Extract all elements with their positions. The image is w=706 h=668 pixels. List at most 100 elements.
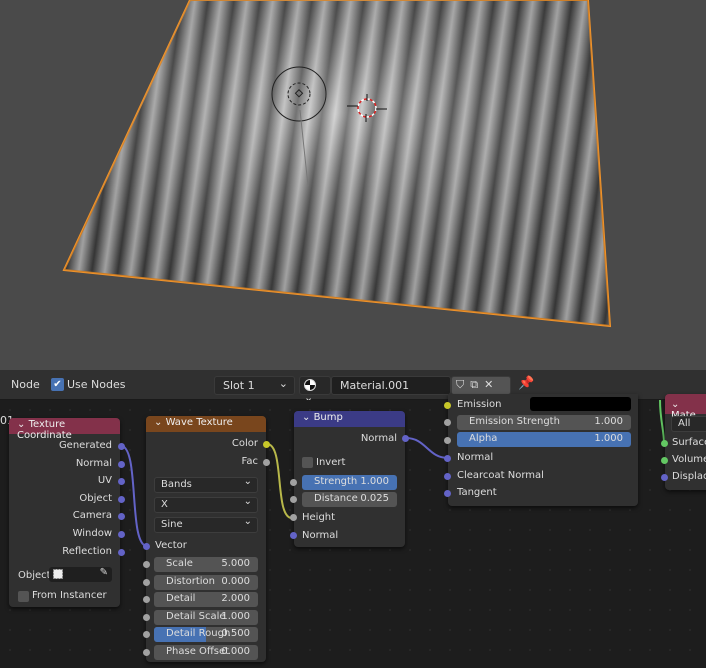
input-volume: Volume (672, 454, 706, 465)
emission-strength-field[interactable]: Emission Strength 1.000 (457, 415, 631, 430)
material-output-node[interactable]: ⌄ Mate All Surface Volume Displace (665, 394, 706, 490)
socket-distortion[interactable] (143, 578, 150, 586)
output-camera: Camera (72, 510, 112, 521)
input-emission: Emission (457, 399, 502, 410)
field-label: Distortion (166, 575, 215, 587)
slot-value: Slot 1 (223, 379, 255, 392)
node-title[interactable]: ⌄ Wave Texture (146, 416, 266, 432)
socket-detail-scale[interactable] (143, 613, 150, 621)
field-detail-rough[interactable]: Detail Rough 0.500 (154, 627, 258, 643)
socket-bump-normal-in[interactable] (290, 532, 297, 539)
field-label: Phase Offset (166, 646, 230, 657)
field-value: 2.000 (221, 593, 250, 605)
node-menu[interactable]: Node (11, 378, 40, 391)
texture-coordinate-node[interactable]: ⌄ Texture Coordinate Generated Normal UV… (9, 418, 120, 607)
slot-dropdown[interactable]: Slot 1 ⌄ (214, 376, 295, 395)
target-dropdown[interactable]: All (671, 416, 706, 432)
input-normal: Normal (302, 530, 339, 541)
output-window: Window (72, 528, 112, 539)
socket-volume[interactable] (661, 457, 668, 464)
socket-reflection[interactable] (118, 549, 125, 556)
output-fac: Fac (241, 456, 258, 467)
socket-alpha[interactable] (444, 437, 451, 444)
socket-phase-offset[interactable] (143, 649, 150, 656)
socket-displacement[interactable] (661, 474, 668, 481)
wave-texture-node[interactable]: ⌄ Wave Texture Color Fac Bands X Sine Ve… (146, 416, 266, 662)
socket-surface[interactable] (661, 440, 668, 447)
strength-field[interactable]: Strength 1.000 (302, 475, 397, 490)
invert-label: Invert (316, 457, 346, 468)
socket-normal[interactable] (118, 461, 125, 468)
alpha-field[interactable]: Alpha 1.000 (457, 432, 631, 447)
node-title[interactable]: ⌄ Texture Coordinate (9, 418, 120, 441)
direction-dropdown[interactable]: X (154, 496, 258, 513)
socket-clearcoat-normal[interactable] (444, 473, 451, 480)
field-label: Scale (166, 558, 193, 569)
wave-type-dropdown[interactable]: Bands (154, 476, 258, 493)
socket-emission-strength[interactable] (444, 419, 451, 426)
field-scale[interactable]: Scale 5.000 (154, 557, 258, 572)
socket-distance[interactable] (290, 496, 297, 503)
fake-user-shield-icon[interactable]: ⛉ (456, 378, 470, 391)
material-sphere-icon (304, 379, 316, 391)
distance-field[interactable]: Distance 0.025 (302, 492, 397, 507)
socket-generated[interactable] (118, 443, 125, 450)
output-color: Color (231, 438, 258, 449)
socket-normal[interactable] (444, 455, 451, 462)
field-phase-offset[interactable]: Phase Offset 0.000 (154, 645, 258, 660)
socket-camera[interactable] (118, 513, 125, 520)
socket-emission[interactable] (444, 402, 451, 409)
output-normal: Normal (360, 433, 397, 444)
node-title[interactable]: ⌄ Bump (294, 411, 405, 427)
socket-scale[interactable] (143, 561, 150, 568)
input-tangent: Tangent (457, 487, 497, 498)
input-height: Height (302, 512, 336, 523)
object-picker-field[interactable]: ✎ (49, 567, 112, 582)
node-title[interactable]: ⌄ Mate (665, 394, 706, 421)
emission-color-swatch[interactable] (530, 397, 631, 411)
invert-checkbox[interactable] (302, 457, 313, 468)
socket-fac[interactable] (263, 459, 270, 466)
output-uv: UV (97, 475, 112, 486)
socket-uv[interactable] (118, 478, 125, 485)
unlink-x-icon[interactable]: ✕ (484, 378, 499, 391)
field-value: 0.000 (221, 646, 250, 657)
use-nodes-checkbox[interactable]: ✔ (51, 378, 64, 391)
socket-tangent[interactable] (444, 490, 451, 497)
socket-strength[interactable] (290, 479, 297, 486)
material-actions: ⛉⧉✕ (451, 376, 511, 395)
field-value: 0.500 (221, 628, 250, 640)
field-label: Detail Scale (166, 610, 226, 622)
field-value: 5.000 (221, 558, 250, 569)
profile-dropdown[interactable]: Sine (154, 516, 258, 533)
field-value: 0.000 (221, 575, 250, 587)
bump-node[interactable]: ⌄ Bump Normal Invert Strength 1.000 Dista… (294, 411, 405, 547)
socket-height[interactable] (290, 514, 297, 521)
use-nodes-label: Use Nodes (67, 378, 126, 391)
field-detail-scale[interactable]: Detail Scale 1.000 (154, 609, 258, 625)
input-clearcoat-normal: Clearcoat Normal (457, 470, 544, 481)
socket-object[interactable] (118, 496, 125, 503)
from-instancer-checkbox[interactable] (18, 591, 29, 602)
input-vector: Vector (155, 540, 187, 551)
socket-vector[interactable] (143, 543, 150, 550)
material-name-field[interactable]: Material.001 (331, 376, 451, 395)
output-object: Object (79, 493, 112, 504)
3d-viewport[interactable] (0, 0, 706, 370)
field-label: Detail (166, 593, 196, 605)
socket-color[interactable] (263, 441, 270, 448)
object-icon (53, 569, 63, 579)
socket-bump-normal-out[interactable] (402, 435, 409, 442)
node-editor-canvas[interactable]: 01 ⌄ Texture Coordinate Generated Normal… (0, 394, 706, 668)
pin-icon[interactable]: 📌 (518, 376, 534, 391)
principled-bsdf-node[interactable]: Emission Emission Strength 1.000 Alpha 1.0… (448, 394, 638, 506)
field-detail[interactable]: Detail 2.000 (154, 592, 258, 608)
field-distortion[interactable]: Distortion 0.000 (154, 574, 258, 590)
socket-window[interactable] (118, 531, 125, 538)
from-instancer-label: From Instancer (32, 590, 107, 601)
output-generated: Generated (58, 440, 112, 451)
input-normal: Normal (457, 452, 494, 463)
material-browse-button[interactable]: ⌄ (299, 376, 331, 404)
duplicate-icon[interactable]: ⧉ (470, 378, 484, 391)
eyedropper-icon[interactable]: ✎ (100, 567, 108, 578)
